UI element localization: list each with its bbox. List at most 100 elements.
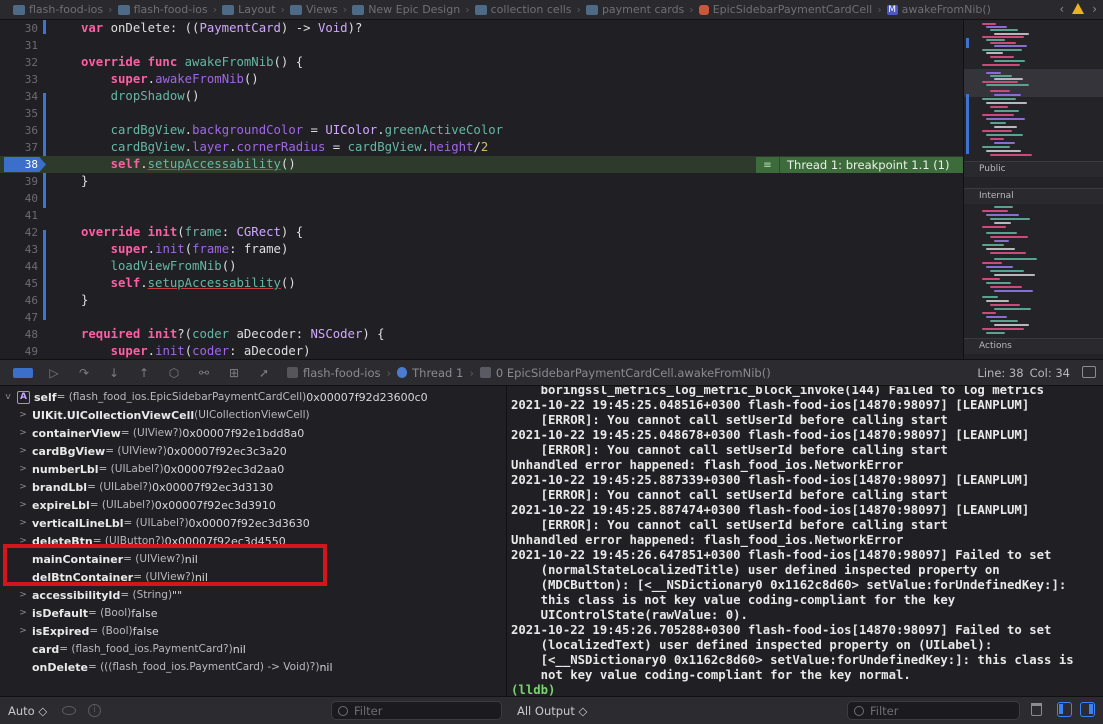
breadcrumb-item[interactable]: payment cards [583, 3, 687, 16]
minimap[interactable]: Public Internal Actions [963, 20, 1103, 359]
code-line[interactable]: 43 super.init(frame: frame) [0, 241, 963, 258]
variable-row[interactable]: > cardBgView = (UIView?) 0x00007f92ec3c3a… [0, 442, 506, 460]
variable-row[interactable]: > expireLbl = (UILabel?) 0x00007f92ec3d39… [0, 496, 506, 514]
minimap-section-actions[interactable]: Actions [964, 338, 1103, 354]
variable-value: false [131, 606, 158, 620]
code-line[interactable]: 39} [0, 173, 963, 190]
toggle-panel-icon[interactable] [1082, 366, 1096, 378]
memory-graph-icon[interactable]: ⚯ [195, 366, 213, 380]
hamburger-icon[interactable]: ≡ [756, 157, 780, 173]
variable-row[interactable]: > numberLbl = (UILabel?) 0x00007f92ec3d2a… [0, 460, 506, 478]
code-editor[interactable]: 30 var onDelete: ((PaymentCard) -> Void)?… [0, 20, 963, 359]
breadcrumb-item[interactable]: collection cells [472, 3, 575, 16]
code-line[interactable]: 37 cardBgView.layer.cornerRadius = cardB… [0, 139, 963, 156]
minimap-section-public[interactable]: Public [964, 161, 1103, 177]
debug-crumb-scheme[interactable]: flash-food-ios [287, 366, 381, 380]
code-line[interactable]: 33 super.awakeFromNib() [0, 71, 963, 88]
console-filter-input[interactable]: Filter [847, 701, 1020, 720]
code-line[interactable]: 34 dropShadow() [0, 88, 963, 105]
variable-row[interactable]: > accessibilityId = (String) "" [0, 586, 506, 604]
disclosure-open-icon[interactable]: v [3, 392, 13, 402]
disclosure-icon[interactable]: > [18, 626, 28, 636]
line-number: 32 [24, 56, 38, 69]
show-variables-icon[interactable] [1057, 702, 1072, 717]
variables-view[interactable]: v Aself = (flash_food_ios.EpicSidebarPaym… [0, 386, 507, 696]
code-line[interactable]: 46} [0, 292, 963, 309]
thread-breakpoint-banner[interactable]: ≡ Thread 1: breakpoint 1.1 (1) [756, 157, 963, 173]
lldb-prompt[interactable]: (lldb) [511, 683, 555, 696]
breadcrumb-item[interactable]: Views [287, 3, 341, 16]
environment-overrides-icon[interactable]: ⊞ [225, 366, 243, 380]
variable-row[interactable]: > UIKit.UICollectionViewCell (UICollectio… [0, 406, 506, 424]
disclosure-icon[interactable]: > [18, 410, 28, 420]
code-line[interactable]: 44 loadViewFromNib() [0, 258, 963, 275]
trash-icon[interactable] [1031, 703, 1042, 716]
step-into-icon[interactable]: ↓ [105, 366, 123, 380]
back-arrow-icon[interactable]: ‹ [1059, 2, 1064, 16]
variable-row[interactable]: card = (flash_food_ios.PaymentCard?) nil [0, 640, 506, 658]
code-line[interactable]: 41 [0, 207, 963, 224]
variable-row[interactable]: > isDefault = (Bool) false [0, 604, 506, 622]
step-over-icon[interactable]: ↷ [75, 366, 93, 380]
continue-icon[interactable]: ▷ [45, 366, 63, 380]
auto-scope-select[interactable]: Auto ◇ [8, 704, 47, 718]
breadcrumb-item[interactable]: New Epic Design [349, 3, 463, 16]
minimap-line [986, 84, 1029, 86]
debug-crumb-thread[interactable]: Thread 1 [397, 366, 463, 380]
breadcrumb-item[interactable]: EpicSidebarPaymentCardCell [696, 3, 876, 16]
minimap-section-internal[interactable]: Internal [964, 188, 1103, 204]
warning-icon[interactable] [1072, 3, 1085, 14]
variables-filter-input[interactable]: Filter [331, 701, 502, 720]
code-line[interactable]: 31 [0, 37, 963, 54]
project-icon [13, 4, 25, 15]
variable-row[interactable]: > verticalLineLbl = (UILabel?) 0x00007f92… [0, 514, 506, 532]
minimap-visible-region[interactable] [964, 69, 1103, 97]
simulate-location-icon[interactable]: ➚ [255, 366, 273, 380]
code-line[interactable]: 49 super.init(coder: aDecoder) [0, 343, 963, 359]
code-line[interactable]: 35 [0, 105, 963, 122]
view-hierarchy-icon[interactable]: ⬡ [165, 366, 183, 380]
variable-row[interactable]: onDelete = (((flash_food_ios.PaymentCard… [0, 658, 506, 676]
step-out-icon[interactable]: ↑ [135, 366, 153, 380]
variable-row[interactable]: > isExpired = (Bool) false [0, 622, 506, 640]
breadcrumb-separator: › [465, 3, 470, 16]
code-line[interactable]: 47 [0, 309, 963, 326]
debug-crumb-label: flash-food-ios [303, 365, 381, 380]
disclosure-icon[interactable]: > [18, 500, 28, 510]
breadcrumb-item[interactable]: flash-food-ios [115, 3, 211, 16]
console-output[interactable]: boringssl_metrics_log_metric_block_invok… [508, 386, 1103, 696]
debug-crumb-frame[interactable]: 0 EpicSidebarPaymentCardCell.awakeFromNi… [479, 366, 771, 380]
code-line[interactable]: 42 override init(frame: CGRect) { [0, 224, 963, 241]
info-icon[interactable]: i [88, 704, 101, 717]
variable-row[interactable]: > containerView = (UIView?) 0x00007f92e1b… [0, 424, 506, 442]
breadcrumb-item[interactable]: MawakeFromNib() [884, 3, 994, 16]
variable-row[interactable]: v Aself = (flash_food_ios.EpicSidebarPaym… [0, 388, 506, 406]
breadcrumb-item[interactable]: Layout [219, 3, 278, 16]
variable-name: brandLbl [32, 480, 88, 494]
variable-row[interactable]: > brandLbl = (UILabel?) 0x00007f92ec3d313… [0, 478, 506, 496]
show-console-icon[interactable] [1080, 702, 1095, 717]
disclosure-icon[interactable]: > [18, 482, 28, 492]
disclosure-icon[interactable]: > [18, 608, 28, 618]
code-line[interactable]: 40 [0, 190, 963, 207]
disclosure-icon[interactable]: > [18, 464, 28, 474]
code-line[interactable]: 30 var onDelete: ((PaymentCard) -> Void)? [0, 20, 963, 37]
line-number: 30 [24, 22, 38, 35]
disclosure-icon[interactable]: > [18, 428, 28, 438]
code-line[interactable]: 48 required init?(coder aDecoder: NSCoder… [0, 326, 963, 343]
code-line[interactable]: 36 cardBgView.backgroundColor = UIColor.… [0, 122, 963, 139]
output-select[interactable]: All Output ◇ [517, 704, 587, 718]
disclosure-icon[interactable]: > [18, 518, 28, 528]
disclosure-icon[interactable]: > [18, 590, 28, 600]
minimap-line [990, 320, 1018, 322]
code-token: required init [81, 327, 178, 341]
code-line[interactable]: 32 override func awakeFromNib() { [0, 54, 963, 71]
forward-arrow-icon[interactable]: › [1092, 2, 1097, 16]
minimap-line [994, 222, 1011, 224]
code-line[interactable]: 45 self.setupAccessability() [0, 275, 963, 292]
breakpoints-toggle-button[interactable] [13, 367, 33, 378]
eye-icon[interactable] [62, 706, 76, 715]
breadcrumb-item[interactable]: flash-food-ios [10, 3, 106, 16]
disclosure-icon[interactable]: > [18, 446, 28, 456]
minimap-line [990, 29, 1018, 31]
